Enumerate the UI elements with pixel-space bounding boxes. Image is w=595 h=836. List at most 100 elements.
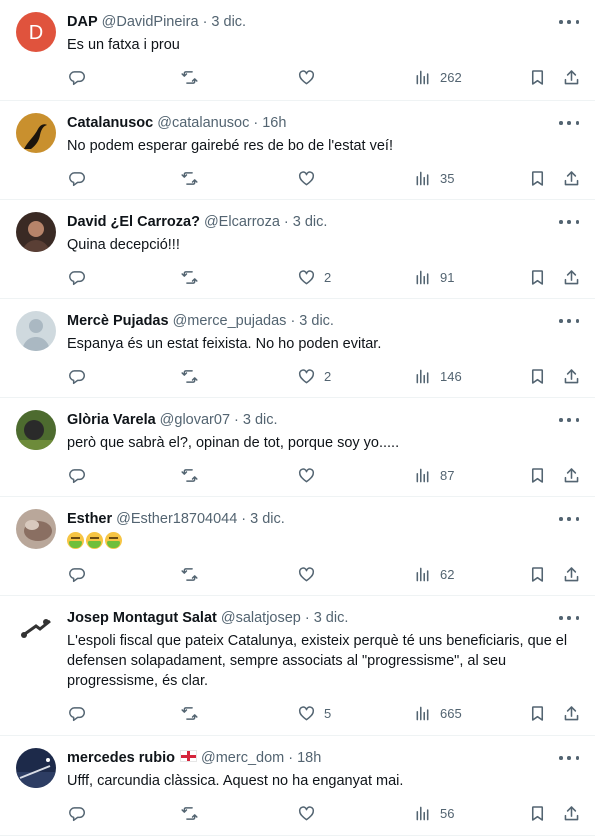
author-name[interactable]: Mercè Pujadas bbox=[67, 311, 169, 331]
more-icon[interactable] bbox=[559, 750, 579, 766]
more-icon[interactable] bbox=[559, 115, 579, 131]
share-button[interactable] bbox=[562, 266, 581, 288]
bookmark-button[interactable] bbox=[528, 167, 547, 189]
tweet[interactable]: mercedes rubio @merc_dom · 18h Ufff, carcund… bbox=[0, 736, 595, 836]
author-name[interactable]: Glòria Varela bbox=[67, 410, 156, 430]
author-handle[interactable]: @glovar07 bbox=[160, 410, 230, 430]
reply-button[interactable] bbox=[67, 167, 86, 189]
like-button[interactable]: 2 bbox=[297, 365, 331, 387]
like-button[interactable] bbox=[297, 167, 316, 189]
timestamp[interactable]: 3 dic. bbox=[243, 410, 278, 430]
avatar[interactable] bbox=[16, 212, 56, 252]
heart-icon bbox=[297, 704, 316, 723]
tweet[interactable]: D DAP @DavidPineira · 3 dic. Es un fatxa i pr… bbox=[0, 0, 595, 101]
author-handle[interactable]: @merc_dom bbox=[201, 748, 284, 768]
avatar[interactable] bbox=[16, 410, 56, 450]
like-button[interactable] bbox=[297, 464, 316, 486]
bookmark-button[interactable] bbox=[528, 464, 547, 486]
author-name[interactable]: David ¿El Carroza? bbox=[67, 212, 200, 232]
more-icon[interactable] bbox=[559, 313, 579, 329]
views-button[interactable]: 62 bbox=[413, 563, 454, 585]
reply-button[interactable] bbox=[67, 563, 86, 585]
author-name[interactable]: mercedes rubio bbox=[67, 748, 175, 768]
share-button[interactable] bbox=[562, 365, 581, 387]
tweet[interactable]: Mercè Pujadas @merce_pujadas · 3 dic. Espany… bbox=[0, 299, 595, 398]
timestamp[interactable]: 3 dic. bbox=[314, 608, 349, 628]
views-button[interactable]: 87 bbox=[413, 464, 454, 486]
timestamp[interactable]: 3 dic. bbox=[250, 509, 285, 529]
reply-button[interactable] bbox=[67, 66, 86, 88]
retweet-button[interactable] bbox=[180, 464, 199, 486]
views-button[interactable]: 146 bbox=[413, 365, 462, 387]
tweet[interactable]: David ¿El Carroza? @Elcarroza · 3 dic. Quina… bbox=[0, 200, 595, 299]
more-icon[interactable] bbox=[559, 610, 579, 626]
bookmark-button[interactable] bbox=[528, 365, 547, 387]
more-icon[interactable] bbox=[559, 412, 579, 428]
author-name[interactable]: Josep Montagut Salat bbox=[67, 608, 217, 628]
views-button[interactable]: 665 bbox=[413, 702, 462, 724]
tweet[interactable]: Josep Montagut Salat @salatjosep · 3 dic. L'… bbox=[0, 596, 595, 736]
reply-button[interactable] bbox=[67, 464, 86, 486]
tweet[interactable]: Esther @Esther18704044 · 3 dic. 62 bbox=[0, 497, 595, 596]
author-handle[interactable]: @Esther18704044 bbox=[116, 509, 237, 529]
author-handle[interactable]: @Elcarroza bbox=[204, 212, 280, 232]
retweet-button[interactable] bbox=[180, 802, 199, 824]
reply-button[interactable] bbox=[67, 266, 86, 288]
like-button[interactable] bbox=[297, 802, 316, 824]
author-handle[interactable]: @merce_pujadas bbox=[173, 311, 287, 331]
avatar[interactable] bbox=[16, 509, 56, 549]
views-button[interactable]: 262 bbox=[413, 66, 462, 88]
nauseated-face-emoji bbox=[105, 532, 122, 549]
reply-button[interactable] bbox=[67, 802, 86, 824]
bookmark-button[interactable] bbox=[528, 563, 547, 585]
retweet-button[interactable] bbox=[180, 66, 199, 88]
reply-button[interactable] bbox=[67, 365, 86, 387]
share-button[interactable] bbox=[562, 563, 581, 585]
views-button[interactable]: 91 bbox=[413, 266, 454, 288]
retweet-button[interactable] bbox=[180, 365, 199, 387]
bookmark-button[interactable] bbox=[528, 66, 547, 88]
timestamp[interactable]: 3 dic. bbox=[293, 212, 328, 232]
reply-button[interactable] bbox=[67, 702, 86, 724]
author-name[interactable]: DAP bbox=[67, 12, 98, 32]
author-name[interactable]: Esther bbox=[67, 509, 112, 529]
retweet-button[interactable] bbox=[180, 167, 199, 189]
timestamp[interactable]: 3 dic. bbox=[299, 311, 334, 331]
like-button[interactable] bbox=[297, 563, 316, 585]
author-handle[interactable]: @catalanusoc bbox=[157, 113, 249, 133]
avatar[interactable] bbox=[16, 608, 56, 648]
tweet[interactable]: Catalanusoc @catalanusoc · 16h No podem espe… bbox=[0, 101, 595, 200]
timestamp[interactable]: 16h bbox=[262, 113, 286, 133]
author-name[interactable]: Catalanusoc bbox=[67, 113, 153, 133]
share-button[interactable] bbox=[562, 702, 581, 724]
like-button[interactable]: 2 bbox=[297, 266, 331, 288]
avatar[interactable]: D bbox=[16, 12, 56, 52]
tweet[interactable]: Glòria Varela @glovar07 · 3 dic. però que sa… bbox=[0, 398, 595, 497]
like-button[interactable] bbox=[297, 66, 316, 88]
avatar[interactable] bbox=[16, 113, 56, 153]
bookmark-button[interactable] bbox=[528, 802, 547, 824]
heart-icon bbox=[297, 169, 316, 188]
bookmark-button[interactable] bbox=[528, 702, 547, 724]
more-icon[interactable] bbox=[559, 511, 579, 527]
timestamp[interactable]: 3 dic. bbox=[211, 12, 246, 32]
views-button[interactable]: 56 bbox=[413, 802, 454, 824]
retweet-button[interactable] bbox=[180, 702, 199, 724]
more-icon[interactable] bbox=[559, 14, 579, 30]
retweet-button[interactable] bbox=[180, 266, 199, 288]
retweet-icon bbox=[180, 565, 199, 584]
avatar[interactable] bbox=[16, 748, 56, 788]
more-icon[interactable] bbox=[559, 214, 579, 230]
share-button[interactable] bbox=[562, 802, 581, 824]
share-button[interactable] bbox=[562, 464, 581, 486]
like-button[interactable]: 5 bbox=[297, 702, 331, 724]
author-handle[interactable]: @salatjosep bbox=[221, 608, 301, 628]
share-button[interactable] bbox=[562, 66, 581, 88]
views-button[interactable]: 35 bbox=[413, 167, 454, 189]
retweet-button[interactable] bbox=[180, 563, 199, 585]
share-button[interactable] bbox=[562, 167, 581, 189]
bookmark-button[interactable] bbox=[528, 266, 547, 288]
author-handle[interactable]: @DavidPineira bbox=[102, 12, 199, 32]
avatar[interactable] bbox=[16, 311, 56, 351]
timestamp[interactable]: 18h bbox=[297, 748, 321, 768]
